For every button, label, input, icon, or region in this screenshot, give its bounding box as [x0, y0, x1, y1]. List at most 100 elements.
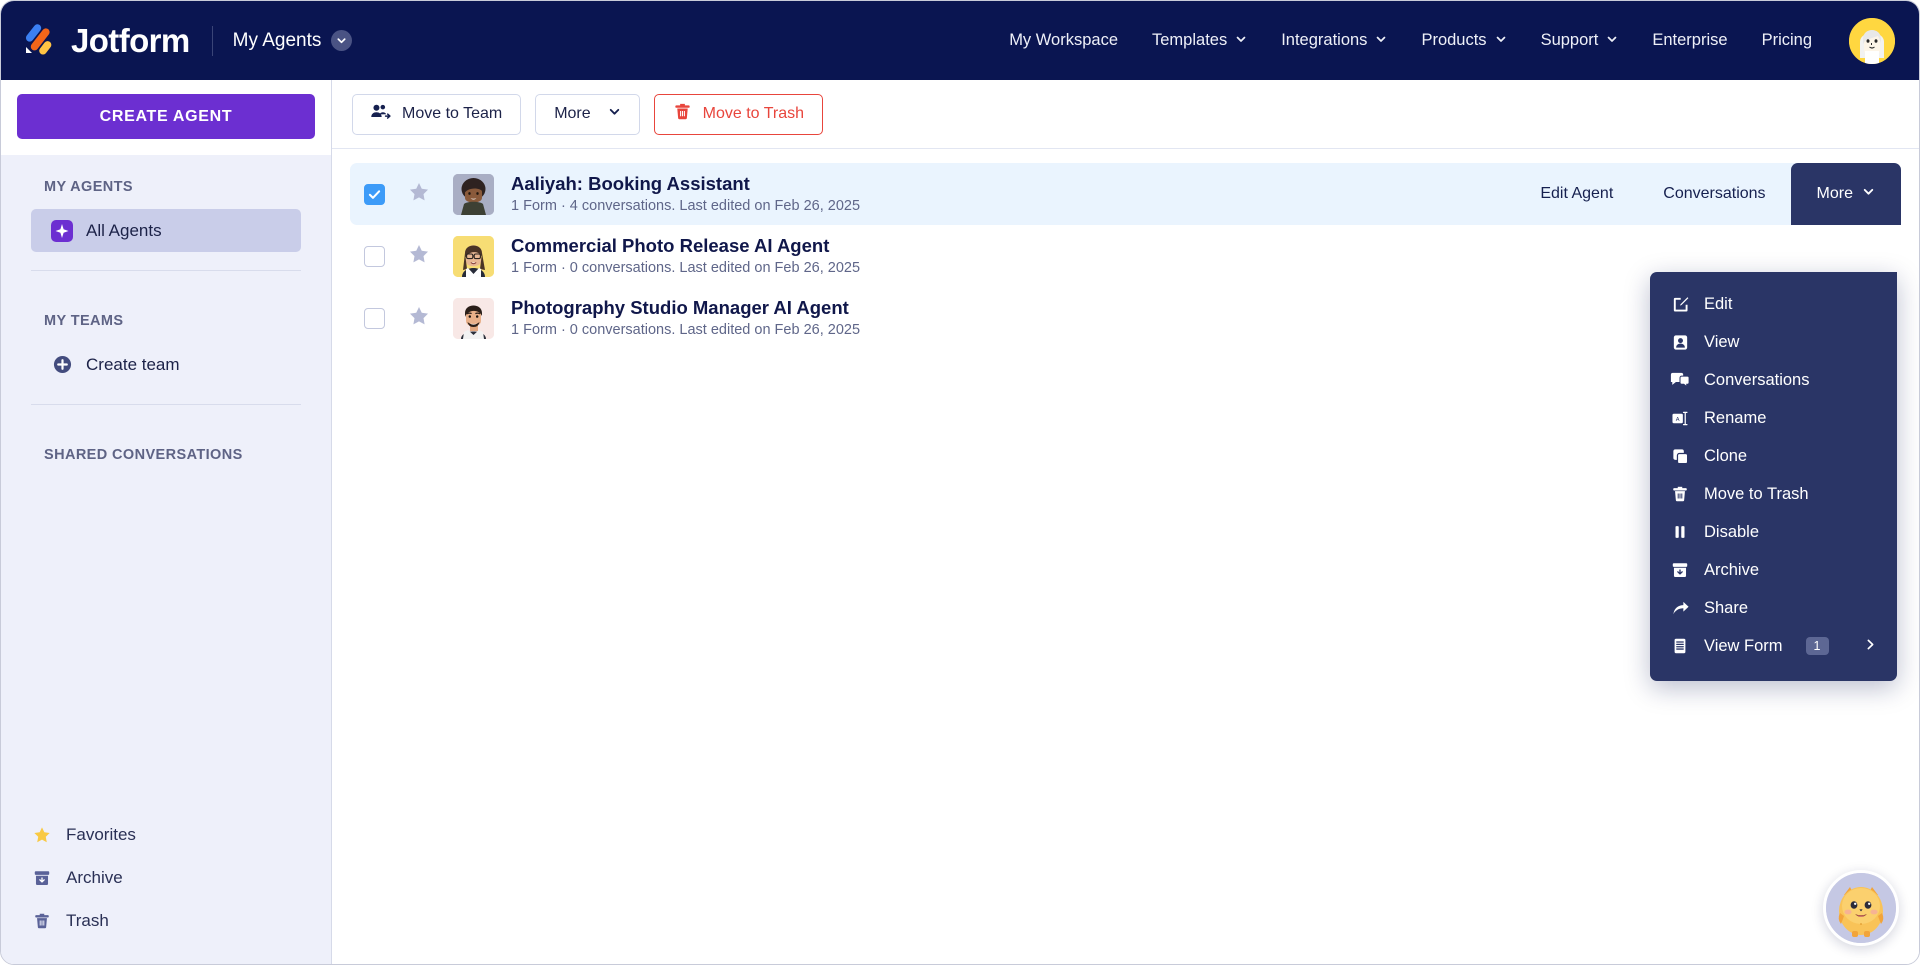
row-checkbox[interactable] [364, 245, 385, 267]
sidebar: CREATE AGENT MY AGENTS All Agents MY TEA [1, 80, 332, 964]
sidebar-item-trash[interactable]: Trash [11, 899, 321, 942]
agent-avatar [453, 235, 494, 277]
brand[interactable]: Jotform [21, 22, 190, 60]
nav-label: My Workspace [1009, 31, 1118, 49]
agent-info: Aaliyah: Booking Assistant 1 Form · 4 co… [511, 172, 860, 216]
app-window: Jotform My Agents My Workspace Templates… [0, 0, 1920, 965]
sidebar-divider [31, 404, 301, 405]
menu-item-view[interactable]: View [1650, 323, 1897, 361]
main-nav: My Workspace Templates Integrations Prod… [992, 15, 1897, 66]
workspace-switcher[interactable]: My Agents [233, 30, 353, 52]
favorite-star-icon[interactable] [408, 181, 432, 208]
nav-label: Pricing [1761, 31, 1812, 49]
chevron-down-icon [608, 105, 621, 123]
menu-item-edit[interactable]: Edit [1650, 285, 1897, 323]
row-checkbox[interactable] [364, 307, 385, 329]
agent-meta: 1 Form · 0 conversations. Last edited on… [511, 259, 861, 276]
agent-meta: 1 Form · 4 conversations. Last edited on… [511, 197, 861, 214]
move-to-team-button[interactable]: Move to Team [352, 93, 522, 135]
button-label: More [1816, 185, 1853, 202]
button-label: Move to Trash [702, 105, 805, 122]
table-row[interactable]: Aaliyah: Booking Assistant 1 Form · 4 co… [350, 163, 1901, 225]
chevron-down-icon [1495, 31, 1507, 50]
nav-label: Enterprise [1652, 31, 1728, 49]
star-icon [31, 824, 53, 846]
trash-icon [31, 910, 53, 932]
menu-item-label: Share [1704, 598, 1749, 617]
row-action-buttons: Edit Agent Conversations More [1515, 163, 1901, 225]
agent-info: Commercial Photo Release AI Agent 1 Form… [511, 234, 860, 278]
favorite-star-icon[interactable] [408, 243, 432, 270]
edit-square-icon [1670, 294, 1690, 314]
edit-agent-button[interactable]: Edit Agent [1515, 163, 1638, 225]
more-button[interactable]: More [535, 93, 640, 135]
row-checkbox[interactable] [364, 183, 385, 205]
sparkle-icon [51, 219, 73, 242]
share-arrow-icon [1670, 598, 1690, 618]
brand-name: Jotform [71, 21, 190, 59]
move-to-trash-button[interactable]: Move to Trash [653, 93, 824, 135]
sidebar-item-favorites[interactable]: Favorites [11, 813, 321, 856]
sidebar-item-archive[interactable]: Archive [11, 856, 321, 899]
bulk-action-toolbar: Move to Team More Move to Trash [332, 80, 1919, 149]
nav-item-pricing[interactable]: Pricing [1745, 31, 1829, 50]
nav-label: Integrations [1281, 31, 1368, 49]
menu-item-disable[interactable]: Disable [1650, 513, 1897, 551]
nav-label: Products [1421, 31, 1487, 49]
conversations-button[interactable]: Conversations [1638, 163, 1790, 225]
agent-name: Photography Studio Manager AI Agent [511, 296, 849, 318]
menu-item-label: Rename [1704, 408, 1767, 427]
sidebar-section-title: MY AGENTS [44, 179, 133, 195]
archive-icon [31, 867, 53, 889]
svg-text:A: A [1675, 416, 1679, 422]
avatar[interactable] [1847, 15, 1897, 66]
trash-icon [1670, 484, 1690, 504]
menu-item-label: Clone [1704, 446, 1748, 465]
menu-item-clone[interactable]: Clone [1650, 437, 1897, 475]
sidebar-bottom-nav: Favorites Archive Trash [1, 813, 331, 964]
trash-icon [673, 102, 692, 126]
favorite-star-icon[interactable] [408, 305, 432, 332]
menu-item-label: View Form [1704, 636, 1783, 655]
chevron-down-icon [1235, 31, 1247, 50]
sidebar-section-shared-conversations: SHARED CONVERSATIONS [1, 423, 331, 477]
row-more-button[interactable]: More [1790, 163, 1901, 225]
menu-item-share[interactable]: Share [1650, 589, 1897, 627]
chat-widget-button[interactable] [1823, 870, 1899, 946]
top-header: Jotform My Agents My Workspace Templates… [1, 1, 1919, 80]
sidebar-item-label: All Agents [86, 220, 162, 240]
create-agent-button[interactable]: CREATE AGENT [17, 94, 315, 139]
jotform-logo-icon [21, 23, 57, 59]
body-wrapper: CREATE AGENT MY AGENTS All Agents MY TEA [1, 80, 1919, 964]
sidebar-item-label: Trash [66, 910, 109, 930]
menu-item-view-form[interactable]: View Form 1 [1650, 627, 1897, 665]
sidebar-item-all-agents[interactable]: All Agents [31, 209, 301, 252]
nav-item-products[interactable]: Products [1404, 31, 1523, 50]
view-form-count-badge: 1 [1805, 636, 1829, 656]
menu-item-label: View [1704, 332, 1740, 351]
button-label: More [554, 105, 591, 122]
menu-item-rename[interactable]: A Rename [1650, 399, 1897, 437]
nav-item-my-workspace[interactable]: My Workspace [992, 31, 1135, 50]
menu-item-label: Move to Trash [1704, 484, 1809, 503]
workspace-label: My Agents [232, 29, 322, 51]
chevron-down-icon [1862, 185, 1875, 203]
agent-name: Commercial Photo Release AI Agent [511, 234, 830, 256]
menu-item-archive[interactable]: Archive [1650, 551, 1897, 589]
agent-meta: 1 Form · 0 conversations. Last edited on… [511, 321, 861, 338]
menu-item-conversations[interactable]: Conversations [1650, 361, 1897, 399]
nav-label: Support [1540, 31, 1599, 49]
nav-item-support[interactable]: Support [1524, 31, 1636, 50]
agent-avatar [453, 173, 494, 215]
archive-icon [1670, 560, 1690, 580]
sidebar-item-create-team[interactable]: Create team [31, 343, 301, 386]
agent-name: Aaliyah: Booking Assistant [511, 172, 750, 194]
nav-item-enterprise[interactable]: Enterprise [1635, 31, 1744, 50]
jotform-mascot-icon [1826, 873, 1896, 943]
chevron-down-icon [1606, 31, 1618, 50]
nav-item-templates[interactable]: Templates [1135, 31, 1264, 50]
chevron-down-icon [331, 30, 353, 51]
nav-item-integrations[interactable]: Integrations [1264, 31, 1404, 50]
menu-item-move-to-trash[interactable]: Move to Trash [1650, 475, 1897, 513]
